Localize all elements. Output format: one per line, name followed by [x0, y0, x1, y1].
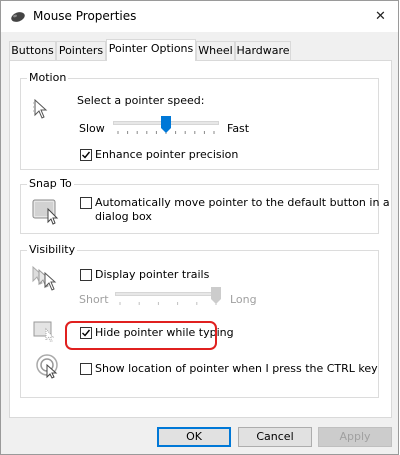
- ok-button[interactable]: OK: [157, 427, 231, 447]
- pointer-trails-slider-thumb[interactable]: [211, 287, 221, 307]
- tab-wheel[interactable]: Wheel: [196, 41, 235, 60]
- hide-pointer-icon: [33, 319, 57, 346]
- fast-label: Fast: [227, 122, 250, 135]
- snap-to-checkbox[interactable]: [80, 197, 92, 209]
- pointer-trails-label: Display pointer trails: [95, 268, 210, 281]
- enhance-precision-checkbox[interactable]: [80, 149, 92, 161]
- tab-pointer-options[interactable]: Pointer Options: [106, 39, 196, 61]
- snap-to-label-line2: dialog box: [95, 210, 152, 223]
- pointer-speed-icon: [30, 98, 55, 124]
- slow-label: Slow: [79, 122, 105, 135]
- short-label: Short: [79, 293, 109, 306]
- motion-group-title: Motion: [27, 71, 69, 84]
- show-location-icon: [35, 353, 61, 382]
- pointer-speed-slider-thumb[interactable]: [161, 116, 171, 136]
- tab-hardware[interactable]: Hardware: [235, 41, 291, 60]
- apply-button[interactable]: Apply: [318, 427, 392, 447]
- hide-pointer-highlight: [65, 321, 217, 350]
- pointer-trails-ticks: [119, 302, 217, 305]
- snap-to-icon: [32, 197, 62, 228]
- title-bar: Mouse Properties ✕: [1, 1, 398, 32]
- tab-buttons[interactable]: Buttons: [9, 41, 56, 60]
- show-location-checkbox[interactable]: [80, 363, 92, 375]
- show-location-label: Show location of pointer when I press th…: [95, 362, 378, 375]
- snap-to-label-line1: Automatically move pointer to the defaul…: [95, 196, 390, 209]
- close-button[interactable]: ✕: [363, 1, 398, 32]
- visibility-group-title: Visibility: [27, 243, 78, 256]
- close-icon: ✕: [375, 9, 386, 24]
- cancel-button[interactable]: Cancel: [238, 427, 312, 447]
- enhance-precision-label: Enhance pointer precision: [95, 148, 239, 161]
- tab-pointers[interactable]: Pointers: [56, 41, 106, 60]
- mouse-icon: [10, 11, 26, 23]
- pointer-trails-icon: [31, 265, 61, 298]
- long-label: Long: [230, 293, 257, 306]
- pointer-trails-checkbox[interactable]: [80, 269, 92, 281]
- motion-group: Motion Select a pointer speed: Slow Fast…: [20, 71, 379, 170]
- pointer-trails-slider[interactable]: [115, 292, 221, 296]
- snap-to-group: Snap To Automatically move pointer to th…: [20, 177, 390, 234]
- pointer-speed-prompt: Select a pointer speed:: [77, 94, 205, 107]
- window-title: Mouse Properties: [33, 9, 137, 23]
- snap-to-group-title: Snap To: [27, 177, 74, 190]
- pointer-options-panel: Motion Select a pointer speed: Slow Fast…: [9, 60, 392, 418]
- mouse-properties-window: Mouse Properties ✕ Buttons Pointers Poin…: [0, 0, 399, 455]
